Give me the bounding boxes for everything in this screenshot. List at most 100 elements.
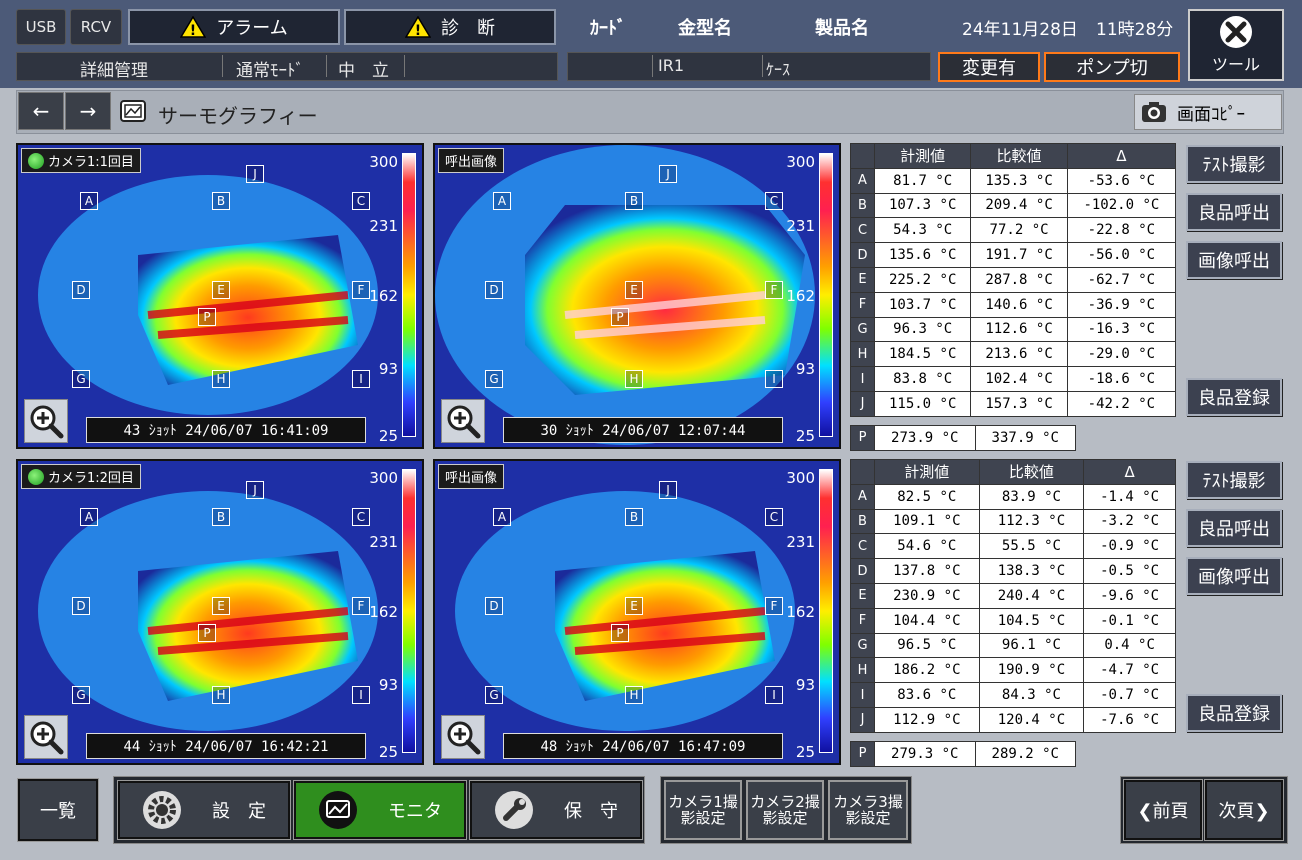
- table-cell: 83.6 °C: [874, 682, 980, 708]
- next-page-button[interactable]: 次頁❯: [1204, 779, 1284, 841]
- thermal-image-panel[interactable]: A B C D E F G H I J P 300 231 162 93 25 カメラ1:2回目 44 ｼｮｯﾄ …: [16, 459, 424, 765]
- image-call-button-2[interactable]: 画像呼出: [1186, 557, 1282, 595]
- scale-label: 162: [369, 287, 398, 305]
- table-cell: 213.6 °C: [970, 341, 1068, 368]
- change-indicator[interactable]: 変更有: [938, 52, 1040, 82]
- measurement-p-table-2: P 279.3 °C 289.2 °C: [850, 741, 1076, 767]
- table-row: D 137.8 °C 138.3 °C -0.5 °C: [850, 558, 1176, 584]
- settings-button[interactable]: 設 定: [117, 780, 291, 840]
- forward-button[interactable]: →: [65, 92, 111, 130]
- table-cell: 337.9 °C: [974, 425, 1076, 451]
- scale-label: 93: [795, 676, 815, 694]
- table-cell: 138.3 °C: [978, 558, 1085, 584]
- table-cell: -16.3 °C: [1066, 316, 1177, 343]
- table-cell: 102.4 °C: [970, 366, 1068, 392]
- table-cell: -0.9 °C: [1083, 533, 1176, 560]
- temperature-scale: [402, 469, 416, 753]
- table-cell: 96.3 °C: [873, 316, 972, 343]
- list-button[interactable]: 一覧: [17, 778, 99, 842]
- measure-point-j: J: [246, 165, 264, 183]
- good-call-button-2[interactable]: 良品呼出: [1186, 509, 1282, 547]
- table-cell: 55.5 °C: [978, 533, 1085, 560]
- zoom-button[interactable]: [441, 715, 485, 759]
- image-call-button-1[interactable]: 画像呼出: [1186, 241, 1282, 279]
- thermography-icon: [120, 100, 146, 122]
- test-shot-button-2[interactable]: ﾃｽﾄ撮影: [1186, 461, 1282, 499]
- table-row: E 230.9 °C 240.4 °C -9.6 °C: [850, 582, 1176, 609]
- zoom-button[interactable]: [441, 399, 485, 443]
- temperature-scale: [819, 469, 833, 753]
- tool-button[interactable]: ツール: [1188, 9, 1284, 81]
- tool-label: ツール: [1211, 55, 1260, 74]
- table-row: B 107.3 °C 209.4 °C -102.0 °C: [850, 192, 1177, 219]
- camera2-settings-button[interactable]: カメラ2撮影設定: [746, 780, 824, 840]
- table-cell: 184.5 °C: [873, 341, 972, 368]
- scale-label: 162: [369, 603, 398, 621]
- measure-point-b: B: [212, 508, 230, 526]
- table-row: P 279.3 °C 289.2 °C: [850, 741, 1076, 767]
- table-cell: 104.5 °C: [978, 607, 1085, 634]
- table-cell: 137.8 °C: [874, 558, 980, 584]
- diagnosis-button[interactable]: ! 診 断: [344, 9, 556, 45]
- measure-point-f: F: [352, 597, 370, 615]
- camera-icon: [1142, 102, 1166, 122]
- good-register-button-1[interactable]: 良品登録: [1186, 378, 1282, 416]
- good-register-button-2[interactable]: 良品登録: [1186, 694, 1282, 732]
- table-cell: 115.0 °C: [873, 390, 972, 417]
- camera3-settings-button[interactable]: カメラ3撮影設定: [828, 780, 908, 840]
- measure-point-g: G: [485, 370, 503, 388]
- warning-icon: !: [180, 16, 207, 38]
- screen-copy-button[interactable]: 画面ｺﾋﾟｰ: [1134, 94, 1282, 130]
- thermal-image-panel[interactable]: A B C D E F G H I J P 300 231 162 93 25 呼出画像 48 ｼｮｯﾄ 24/0…: [433, 459, 841, 765]
- monitor-button[interactable]: モニタ: [293, 780, 467, 840]
- detail-management: 詳細管理: [80, 61, 148, 81]
- back-button[interactable]: ←: [18, 92, 64, 130]
- pump-off-button[interactable]: ポンプ切: [1044, 52, 1180, 82]
- table-cell: 140.6 °C: [970, 291, 1068, 318]
- table-row: H 184.5 °C 213.6 °C -29.0 °C: [850, 341, 1177, 368]
- table-cell: 190.9 °C: [978, 657, 1085, 684]
- table-cell: -0.1 °C: [1083, 607, 1176, 634]
- warning-icon: !: [405, 16, 431, 38]
- test-shot-button-1[interactable]: ﾃｽﾄ撮影: [1186, 145, 1282, 183]
- camera1-settings-button[interactable]: カメラ1撮影設定: [664, 780, 742, 840]
- scale-label: 231: [786, 217, 815, 235]
- table-row: C 54.3 °C 77.2 °C -22.8 °C: [850, 217, 1177, 244]
- good-call-button-1[interactable]: 良品呼出: [1186, 193, 1282, 231]
- point-label: I: [850, 682, 875, 708]
- point-label: C: [850, 217, 875, 244]
- point-label: C: [850, 533, 875, 560]
- zoom-button[interactable]: [24, 715, 68, 759]
- scale-label: 93: [378, 676, 398, 694]
- table-cell: 120.4 °C: [978, 706, 1085, 733]
- panel-tag-label: カメラ1:1回目: [48, 155, 134, 170]
- alarm-button[interactable]: ! アラーム: [128, 9, 340, 45]
- thermal-image-panel[interactable]: A B C D E F G H I J P 300 231 162 93 25 カメラ1:1回目 43 ｼｮｯﾄ …: [16, 143, 424, 449]
- maintenance-button[interactable]: 保 守: [469, 780, 643, 840]
- measure-point-j: J: [659, 481, 677, 499]
- measure-point-i: I: [352, 686, 370, 704]
- prev-page-button[interactable]: ❮前頁: [1123, 779, 1203, 841]
- column-header: Δ: [1083, 459, 1176, 485]
- scale-label: 300: [369, 469, 398, 487]
- table-cell: 240.4 °C: [978, 582, 1085, 609]
- column-header: 比較値: [978, 459, 1085, 485]
- table-cell: 273.9 °C: [874, 425, 976, 451]
- scale-label: 25: [378, 427, 398, 445]
- table-cell: 81.7 °C: [873, 167, 972, 194]
- scale-label: 300: [786, 153, 815, 171]
- zoom-button[interactable]: [24, 399, 68, 443]
- table-row: D 135.6 °C 191.7 °C -56.0 °C: [850, 242, 1177, 268]
- table-cell: 83.8 °C: [873, 366, 972, 392]
- measure-point-h: H: [212, 686, 230, 704]
- table-cell: -56.0 °C: [1066, 242, 1177, 268]
- measure-point-f: F: [352, 281, 370, 299]
- table-row: F 104.4 °C 104.5 °C -0.1 °C: [850, 607, 1176, 634]
- point-label: A: [850, 483, 875, 510]
- table-cell: 225.2 °C: [873, 266, 972, 293]
- measurement-table-1: 計測値 比較値 Δ A 81.7 °C 135.3 °C -53.6 °C B 107.3 °C…: [850, 143, 1177, 417]
- thermal-image-panel[interactable]: A B C D E F G H I J P 300 231 162 93 25 呼出画像 30 ｼｮｯﾄ 24/0…: [433, 143, 841, 449]
- neutral-display: 中 立: [338, 61, 389, 81]
- scale-label: 25: [378, 743, 398, 761]
- measure-point-h: H: [212, 370, 230, 388]
